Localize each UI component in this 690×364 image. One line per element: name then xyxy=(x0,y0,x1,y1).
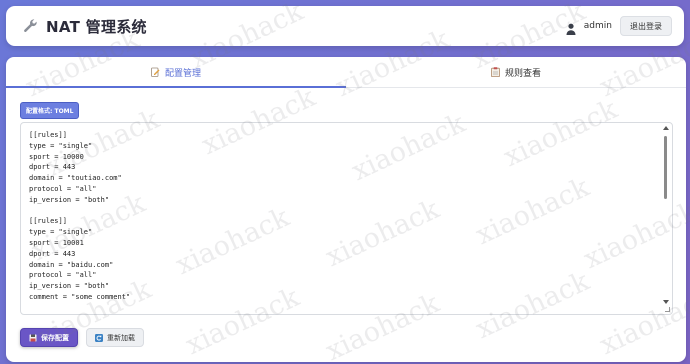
app-title: NAT 管理系统 xyxy=(46,17,147,36)
config-editor[interactable]: [[rules]] type = "single" sport = 10000 … xyxy=(20,122,673,315)
main-panel: 配置管理 规则查看 配置格式: TOML [[rules]] type = "s… xyxy=(6,57,686,362)
tab-rules-view-label: 规则查看 xyxy=(504,68,541,79)
tab-bar: 配置管理 规则查看 xyxy=(6,57,686,88)
user-icon xyxy=(566,20,576,35)
save-icon xyxy=(29,334,37,342)
scroll-up-arrow-icon[interactable] xyxy=(663,126,669,130)
tab-rules-view[interactable]: 规则查看 xyxy=(346,57,686,87)
resize-handle-icon[interactable] xyxy=(665,307,670,312)
tab-config-management-label: 配置管理 xyxy=(164,68,201,79)
wrench-icon xyxy=(22,18,38,34)
clipboard-icon xyxy=(491,67,500,78)
tab-config-management[interactable]: 配置管理 xyxy=(6,57,346,88)
reload-label: 重新加载 xyxy=(107,333,135,342)
save-config-label: 保存配置 xyxy=(41,333,69,342)
username: admin xyxy=(583,21,612,31)
user-area: admin 退出登录 xyxy=(566,16,672,36)
app-header: NAT 管理系统 admin 退出登录 xyxy=(6,6,684,46)
save-config-button[interactable]: 保存配置 xyxy=(20,328,78,347)
config-editor-content[interactable]: [[rules]] type = "single" sport = 10000 … xyxy=(29,130,656,310)
scroll-thumb[interactable] xyxy=(664,136,667,199)
scroll-down-arrow-icon[interactable] xyxy=(663,300,669,304)
logout-button[interactable]: 退出登录 xyxy=(620,16,672,36)
format-badge: 配置格式: TOML xyxy=(20,102,80,119)
reload-button[interactable]: 重新加载 xyxy=(86,328,144,347)
refresh-icon xyxy=(95,333,103,342)
edit-icon xyxy=(151,67,160,77)
brand: NAT 管理系统 xyxy=(22,16,147,37)
action-bar: 保存配置 重新加载 xyxy=(20,328,144,347)
editor-scrollbar[interactable] xyxy=(662,125,670,312)
